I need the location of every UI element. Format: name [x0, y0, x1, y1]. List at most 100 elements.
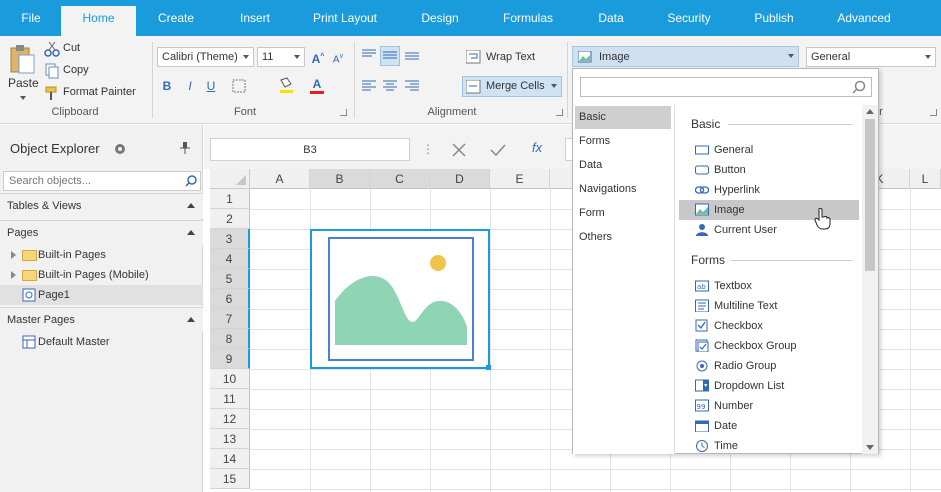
category-form[interactable]: Form	[575, 202, 671, 225]
widget-item-image[interactable]: Image	[679, 200, 859, 220]
tab-create[interactable]: Create	[146, 0, 206, 36]
number-format-select[interactable]: General	[806, 47, 936, 67]
widget-item-multiline-text[interactable]: Multiline Text	[679, 296, 859, 316]
fill-color-button[interactable]	[276, 76, 296, 96]
widget-item-date[interactable]: Date	[679, 416, 859, 436]
column-header-d[interactable]: D	[430, 169, 490, 189]
row-header-7[interactable]: 7	[210, 309, 250, 329]
font-color-button[interactable]: A	[307, 74, 327, 94]
bold-button[interactable]: B	[157, 76, 177, 96]
tab-insert[interactable]: Insert	[225, 0, 285, 36]
category-data[interactable]: Data	[575, 154, 671, 177]
section-master-pages[interactable]: Master Pages	[0, 307, 203, 332]
fx-icon[interactable]: fx	[532, 140, 542, 155]
widget-type-select[interactable]: Image	[572, 46, 799, 67]
font-size-select[interactable]: 11	[257, 47, 305, 67]
grow-font-button[interactable]: A^	[308, 47, 328, 67]
tab-advanced[interactable]: Advanced	[827, 0, 901, 36]
resize-handle[interactable]	[486, 365, 491, 370]
cancel-icon[interactable]	[451, 142, 467, 158]
format-painter-button[interactable]: Format Painter	[44, 85, 148, 103]
align-top-button[interactable]	[359, 46, 379, 66]
row-header-11[interactable]: 11	[210, 389, 250, 409]
tab-formulas[interactable]: Formulas	[492, 0, 564, 36]
tree-item-default-master[interactable]: Default Master	[0, 332, 203, 352]
tab-print-layout[interactable]: Print Layout	[300, 0, 390, 36]
dropdown-scrollbar[interactable]	[862, 105, 878, 454]
row-header-9[interactable]: 9	[210, 349, 250, 369]
tree-item-built-in-pages[interactable]: Built-in Pages	[0, 245, 203, 265]
widget-item-textbox[interactable]: ab Textbox	[679, 276, 859, 296]
scroll-thumb[interactable]	[865, 119, 875, 271]
alignment-dialog-launcher[interactable]	[556, 109, 563, 116]
category-forms[interactable]: Forms	[575, 130, 671, 153]
tab-file[interactable]: File	[6, 0, 56, 36]
wrap-text-button[interactable]: Wrap Text	[464, 47, 564, 67]
align-left-button[interactable]	[359, 77, 379, 97]
number-dialog-launcher[interactable]	[930, 109, 937, 116]
align-center-button[interactable]	[380, 77, 400, 97]
scroll-down-icon[interactable]	[866, 445, 874, 450]
row-header-3[interactable]: 3	[210, 229, 250, 249]
section-tables-views[interactable]: Tables & Views	[0, 193, 203, 218]
copy-button[interactable]: Copy	[44, 63, 134, 81]
widget-item-checkbox-group[interactable]: Checkbox Group	[679, 336, 859, 356]
tab-publish[interactable]: Publish	[743, 0, 805, 36]
widget-item-hyperlink[interactable]: Hyperlink	[679, 180, 859, 200]
underline-button[interactable]: U	[201, 76, 221, 96]
select-all-corner[interactable]	[210, 169, 250, 189]
paste-button[interactable]: Paste	[8, 40, 39, 104]
tab-security[interactable]: Security	[657, 0, 721, 36]
tab-design[interactable]: Design	[410, 0, 470, 36]
section-pages[interactable]: Pages	[0, 220, 203, 245]
font-name-select[interactable]: Calibri (Theme)	[157, 47, 254, 67]
border-button[interactable]	[229, 76, 249, 96]
column-header-c[interactable]: C	[370, 169, 430, 189]
align-right-button[interactable]	[402, 77, 422, 97]
row-header-10[interactable]: 10	[210, 369, 250, 389]
widget-item-checkbox[interactable]: Checkbox	[679, 316, 859, 336]
row-header-5[interactable]: 5	[210, 269, 250, 289]
tab-data[interactable]: Data	[585, 0, 637, 36]
column-header-b[interactable]: B	[310, 169, 370, 189]
gear-icon[interactable]	[114, 143, 126, 155]
row-header-1[interactable]: 1	[210, 189, 250, 209]
object-search-input[interactable]: Search objects...	[3, 171, 201, 191]
widget-search-input[interactable]	[580, 77, 872, 97]
widget-item-dropdown-list[interactable]: Dropdown List	[679, 376, 859, 396]
confirm-icon[interactable]	[490, 142, 506, 158]
align-middle-button[interactable]	[380, 46, 400, 66]
widget-item-general[interactable]: General	[679, 140, 859, 160]
column-header-l[interactable]: L	[910, 169, 941, 189]
category-others[interactable]: Others	[575, 226, 671, 249]
shrink-font-button[interactable]: Av	[328, 47, 348, 67]
scroll-up-icon[interactable]	[866, 109, 874, 114]
column-header-a[interactable]: A	[250, 169, 310, 189]
cell-name-box[interactable]: B3	[210, 138, 410, 161]
image-widget[interactable]	[310, 229, 491, 370]
row-header-8[interactable]: 8	[210, 329, 250, 349]
widget-item-number[interactable]: 99 Number	[679, 396, 859, 416]
widget-item-button[interactable]: Button	[679, 160, 859, 180]
row-header-6[interactable]: 6	[210, 289, 250, 309]
row-header-15[interactable]: 15	[210, 469, 250, 489]
widget-item-time[interactable]: Time	[679, 436, 859, 456]
pin-icon[interactable]	[180, 142, 190, 154]
row-header-14[interactable]: 14	[210, 449, 250, 469]
widget-item-current-user[interactable]: Current User	[679, 220, 859, 240]
column-header-e[interactable]: E	[490, 169, 550, 189]
category-basic[interactable]: Basic	[575, 106, 671, 129]
row-header-13[interactable]: 13	[210, 429, 250, 449]
row-header-2[interactable]: 2	[210, 209, 250, 229]
row-header-4[interactable]: 4	[210, 249, 250, 269]
category-navigations[interactable]: Navigations	[575, 178, 671, 201]
tree-item-built-in-pages-mobile[interactable]: Built-in Pages (Mobile)	[0, 265, 203, 285]
tree-item-page1[interactable]: Page1	[0, 285, 203, 305]
widget-item-radio-group[interactable]: Radio Group	[679, 356, 859, 376]
merge-cells-button[interactable]: Merge Cells	[462, 76, 562, 97]
italic-button[interactable]: I	[180, 76, 200, 96]
tab-home[interactable]: Home	[61, 6, 136, 36]
cut-button[interactable]: Cut	[44, 41, 134, 59]
align-bottom-button[interactable]	[402, 46, 422, 66]
row-header-12[interactable]: 12	[210, 409, 250, 429]
